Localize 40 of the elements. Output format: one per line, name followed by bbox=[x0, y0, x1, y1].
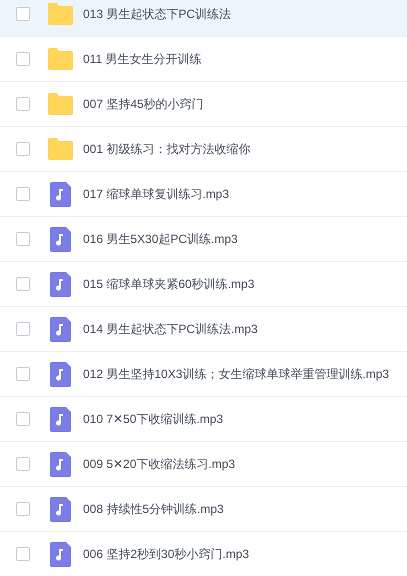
checkbox[interactable] bbox=[16, 502, 30, 516]
file-name[interactable]: 001 初级练习：找对方法收缩你 bbox=[83, 140, 250, 158]
file-name[interactable]: 009 5✕20下收缩法练习.mp3 bbox=[83, 455, 236, 473]
file-name[interactable]: 017 缩球单球复训练习.mp3 bbox=[83, 185, 230, 203]
music-file-icon bbox=[50, 452, 70, 476]
music-file-icon bbox=[50, 226, 70, 252]
checkbox[interactable] bbox=[16, 97, 30, 111]
checkbox[interactable] bbox=[16, 367, 30, 381]
file-name[interactable]: 013 男生起状态下PC训练法 bbox=[83, 5, 232, 23]
checkbox[interactable] bbox=[16, 7, 30, 21]
music-file-icon bbox=[50, 272, 70, 296]
checkbox[interactable] bbox=[16, 412, 30, 426]
folder-icon bbox=[46, 48, 74, 70]
file-name[interactable]: 014 男生起状态下PC训练法.mp3 bbox=[83, 320, 258, 338]
checkbox[interactable] bbox=[16, 187, 30, 201]
music-file-icon bbox=[50, 362, 70, 386]
file-name[interactable]: 011 男生女生分开训练 bbox=[83, 50, 202, 68]
folder-icon bbox=[46, 3, 74, 25]
file-row[interactable]: 013 男生起状态下PC训练法 bbox=[0, 0, 407, 37]
checkbox[interactable] bbox=[16, 232, 30, 246]
file-name[interactable]: 015 缩球单球夹紧60秒训练.mp3 bbox=[83, 275, 254, 293]
file-name[interactable]: 007 坚持45秒的小窍门 bbox=[83, 95, 204, 113]
music-file-icon bbox=[50, 542, 70, 566]
music-file-icon bbox=[50, 316, 70, 342]
checkbox[interactable] bbox=[16, 277, 30, 291]
checkbox[interactable] bbox=[16, 457, 30, 471]
checkbox[interactable] bbox=[16, 547, 30, 561]
checkbox[interactable] bbox=[16, 142, 30, 156]
folder-icon bbox=[46, 93, 74, 115]
music-file-icon bbox=[50, 406, 70, 432]
music-file-icon bbox=[50, 182, 70, 206]
folder-icon bbox=[46, 138, 74, 160]
music-file-icon bbox=[50, 496, 70, 522]
checkbox[interactable] bbox=[16, 52, 30, 66]
file-name[interactable]: 010 7✕50下收缩训练.mp3 bbox=[83, 410, 224, 428]
file-name[interactable]: 006 坚持2秒到30秒小窍门.mp3 bbox=[83, 545, 250, 563]
checkbox[interactable] bbox=[16, 322, 30, 336]
file-name[interactable]: 012 男生坚持10X3训练；女生缩球单球举重管理训练.mp3 bbox=[83, 365, 390, 383]
file-name[interactable]: 008 持续性5分钟训练.mp3 bbox=[83, 500, 224, 518]
file-name[interactable]: 016 男生5X30起PC训练.mp3 bbox=[83, 230, 238, 248]
